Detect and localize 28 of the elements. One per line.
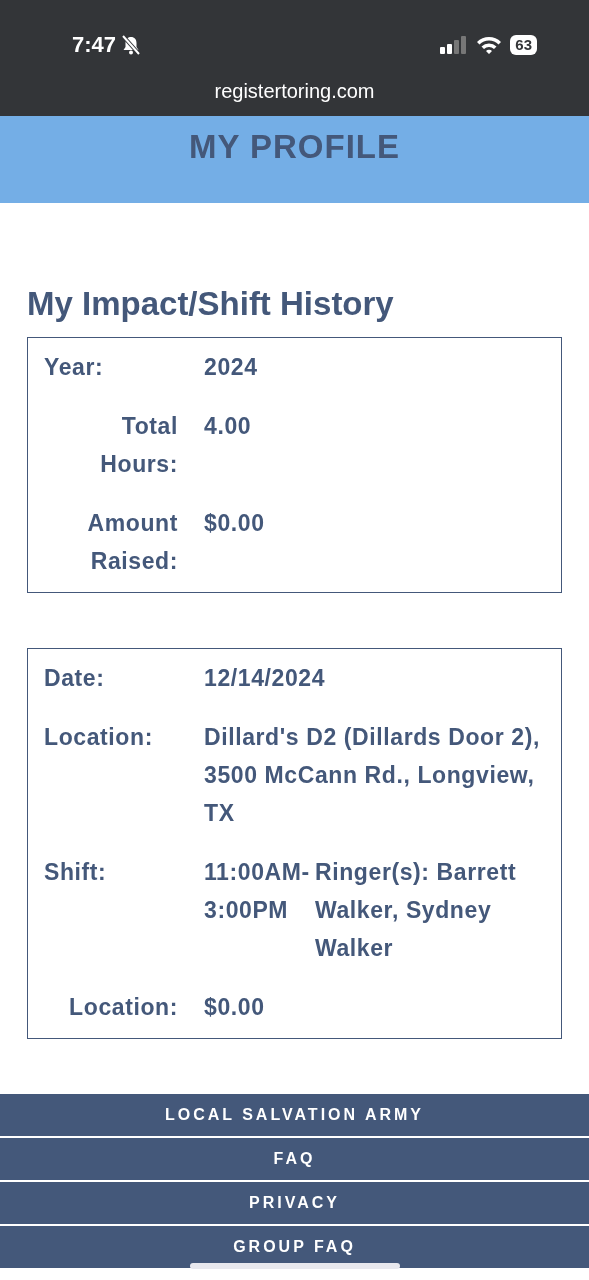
signal-icon (440, 36, 469, 54)
field-value: $0.00 (204, 993, 266, 1022)
field-value: 12/14/2024 (204, 664, 327, 693)
ringers-value: Ringer(s): Barrett Walker, Sydney Walker (315, 858, 518, 963)
clock-time: 7:47 (72, 32, 117, 58)
section-heading: My Impact/Shift History (27, 285, 395, 323)
footer-link[interactable]: FAQ (0, 1138, 589, 1180)
wifi-icon (476, 35, 503, 55)
battery-level: 63 (510, 35, 537, 55)
field-label: Year: (44, 353, 105, 382)
page-title: MY PROFILE (188, 128, 401, 167)
home-indicator[interactable] (190, 1263, 400, 1269)
shift-time: 11:00AM-3:00PM (204, 858, 311, 925)
field-value: $0.00 (204, 509, 266, 538)
footer-link[interactable]: LOCAL SALVATION ARMY (0, 1094, 589, 1136)
field-label: Amount Raised: (86, 509, 178, 576)
field-label: Shift: (44, 858, 108, 887)
field-label: Date: (44, 664, 106, 693)
muted-bell-icon (120, 34, 143, 56)
footer-link[interactable]: GROUP FAQ (0, 1226, 589, 1268)
field-value: 4.00 (204, 412, 253, 441)
footer-link[interactable]: PRIVACY (0, 1182, 589, 1224)
field-value: Dillard's D2 (Dillards Door 2), 3500 McCann Rd., Longview, TX (204, 723, 541, 828)
address-bar-url[interactable]: registertoring.com (0, 80, 589, 103)
field-label: Total Hours: (99, 412, 178, 479)
field-label: Location: (44, 723, 154, 752)
field-label: Location: (68, 993, 178, 1022)
field-value: 2024 (204, 353, 259, 382)
